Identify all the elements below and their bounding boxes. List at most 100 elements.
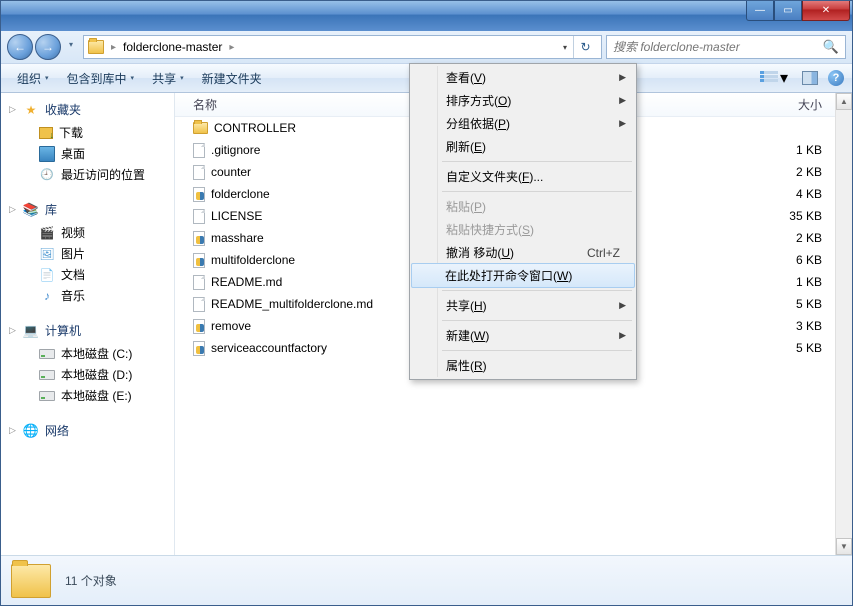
breadcrumb-folder[interactable]: folderclone-master (123, 40, 222, 54)
shortcut-label: Ctrl+Z (587, 246, 620, 260)
breadcrumb-sep[interactable]: ▸ (226, 42, 237, 53)
status-bar: 11 个对象 (1, 555, 852, 605)
context-menu-item: 粘贴(P) (412, 195, 634, 218)
refresh-button[interactable]: ↻ (573, 36, 597, 58)
close-button[interactable]: ✕ (802, 1, 850, 21)
context-menu-item[interactable]: 排序方式(O)▶ (412, 89, 634, 112)
back-button[interactable]: ← (7, 34, 33, 60)
sidebar-favorites-header[interactable]: ▷★收藏夹 (1, 99, 174, 122)
help-button[interactable]: ? (828, 70, 844, 86)
py-icon (193, 253, 205, 268)
preview-icon (802, 71, 818, 85)
sidebar-network-header[interactable]: ▷🌐网络 (1, 420, 174, 443)
context-menu-item[interactable]: 分组依据(P)▶ (412, 112, 634, 135)
collapse-icon: ▷ (9, 325, 16, 336)
file-icon (193, 297, 205, 312)
recent-icon: 🕘 (39, 167, 55, 183)
downloads-icon (39, 127, 53, 139)
drive-icon (39, 370, 55, 380)
music-icon: ♪ (39, 288, 55, 304)
py-icon (193, 231, 205, 246)
menu-separator (442, 320, 632, 321)
scroll-up-button[interactable]: ▲ (836, 93, 852, 110)
scroll-down-button[interactable]: ▼ (836, 538, 852, 555)
sidebar-item-downloads[interactable]: 下载 (1, 122, 174, 143)
sidebar-computer-header[interactable]: ▷💻计算机 (1, 320, 174, 343)
explorer-window: — ▭ ✕ ← → ▾ ▸ folderclone-master ▸ ▾ ↻ 🔍… (0, 0, 853, 606)
py-icon (193, 341, 205, 356)
sidebar-item-drive-c[interactable]: 本地磁盘 (C:) (1, 343, 174, 364)
context-menu-item[interactable]: 撤消 移动(U)Ctrl+Z (412, 241, 634, 264)
context-menu-item[interactable]: 共享(H)▶ (412, 294, 634, 317)
library-icon: 📚 (23, 202, 39, 218)
drive-icon (39, 391, 55, 401)
context-menu-item[interactable]: 属性(R) (412, 354, 634, 377)
submenu-arrow-icon: ▶ (619, 330, 626, 341)
context-menu-item[interactable]: 新建(W)▶ (412, 324, 634, 347)
menu-separator (442, 350, 632, 351)
folder-icon (193, 122, 208, 134)
search-icon[interactable]: 🔍 (823, 39, 839, 55)
menu-separator (442, 191, 632, 192)
context-menu-item: 粘贴快捷方式(S) (412, 218, 634, 241)
sidebar-item-pictures[interactable]: 🖼图片 (1, 243, 174, 264)
context-menu: 查看(V)▶排序方式(O)▶分组依据(P)▶刷新(E) 自定义文件夹(F)... 粘… (409, 63, 637, 380)
desktop-icon (39, 146, 55, 162)
file-icon (193, 275, 205, 290)
file-icon (193, 165, 205, 180)
context-menu-item[interactable]: 查看(V)▶ (412, 66, 634, 89)
sidebar-item-drive-e[interactable]: 本地磁盘 (E:) (1, 385, 174, 406)
submenu-arrow-icon: ▶ (619, 300, 626, 311)
preview-pane-button[interactable] (798, 69, 822, 87)
submenu-arrow-icon: ▶ (619, 72, 626, 83)
list-view-icon (760, 71, 778, 85)
sidebar-item-drive-d[interactable]: 本地磁盘 (D:) (1, 364, 174, 385)
star-icon: ★ (23, 102, 39, 118)
minimize-button[interactable]: — (746, 1, 774, 21)
view-mode-button[interactable]: ▾ (756, 66, 792, 90)
sidebar-item-videos[interactable]: 🎬视频 (1, 222, 174, 243)
search-input[interactable] (613, 40, 823, 54)
py-icon (193, 187, 205, 202)
titlebar: — ▭ ✕ (1, 1, 852, 31)
picture-icon: 🖼 (39, 246, 55, 262)
computer-icon: 💻 (23, 323, 39, 339)
folder-icon (11, 564, 51, 598)
scrollbar[interactable]: ▲ ▼ (835, 93, 852, 555)
file-icon (193, 209, 205, 224)
forward-button[interactable]: → (35, 34, 61, 60)
sidebar-item-desktop[interactable]: 桌面 (1, 143, 174, 164)
file-icon (193, 143, 205, 158)
context-menu-item[interactable]: 自定义文件夹(F)... (412, 165, 634, 188)
search-box[interactable]: 🔍 (606, 35, 846, 59)
new-folder-button[interactable]: 新建文件夹 (194, 66, 270, 91)
include-library-button[interactable]: 包含到库中 ▾ (59, 66, 143, 91)
status-text: 11 个对象 (65, 572, 117, 589)
submenu-arrow-icon: ▶ (619, 118, 626, 129)
navigation-pane: ▷★收藏夹 下载 桌面 🕘最近访问的位置 ▷📚库 🎬视频 🖼图片 📄文档 ♪音乐… (1, 93, 175, 555)
organize-button[interactable]: 组织 ▾ (9, 66, 57, 91)
sidebar-libraries-header[interactable]: ▷📚库 (1, 199, 174, 222)
nav-history-dropdown[interactable]: ▾ (63, 34, 79, 54)
breadcrumb-sep: ▸ (108, 42, 119, 53)
context-menu-item[interactable]: 刷新(E) (412, 135, 634, 158)
video-icon: 🎬 (39, 225, 55, 241)
address-bar-row: ← → ▾ ▸ folderclone-master ▸ ▾ ↻ 🔍 (1, 31, 852, 63)
collapse-icon: ▷ (9, 425, 16, 436)
drive-icon (39, 349, 55, 359)
chevron-down-icon: ▾ (780, 68, 788, 88)
sidebar-item-music[interactable]: ♪音乐 (1, 285, 174, 306)
py-icon (193, 319, 205, 334)
folder-icon (88, 40, 104, 54)
share-button[interactable]: 共享 ▾ (144, 66, 192, 91)
network-icon: 🌐 (23, 423, 39, 439)
menu-separator (442, 161, 632, 162)
menu-separator (442, 290, 632, 291)
address-dropdown[interactable]: ▾ (559, 43, 571, 52)
address-bar[interactable]: ▸ folderclone-master ▸ ▾ ↻ (83, 35, 602, 59)
sidebar-item-recent[interactable]: 🕘最近访问的位置 (1, 164, 174, 185)
maximize-button[interactable]: ▭ (774, 1, 802, 21)
sidebar-item-documents[interactable]: 📄文档 (1, 264, 174, 285)
collapse-icon: ▷ (9, 104, 16, 115)
context-menu-item[interactable]: 在此处打开命令窗口(W) (411, 263, 635, 288)
